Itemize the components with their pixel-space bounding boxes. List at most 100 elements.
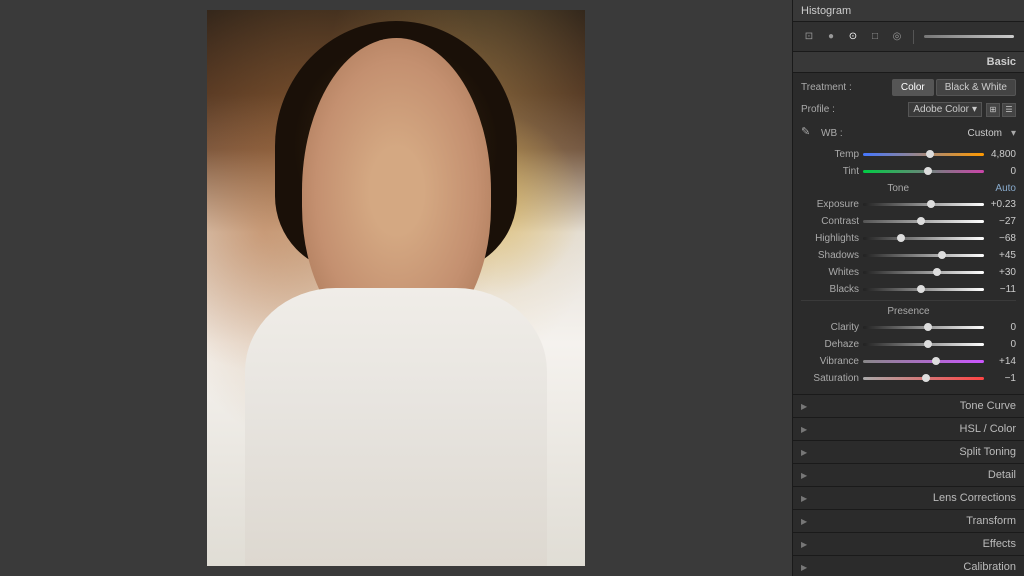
lens-triangle-icon: ▶ — [801, 494, 807, 503]
shadows-thumb[interactable] — [938, 251, 946, 259]
shadows-label: Shadows — [801, 250, 859, 261]
clarity-thumb[interactable] — [924, 323, 932, 331]
contrast-thumb[interactable] — [917, 217, 925, 225]
tint-value: 0 — [988, 166, 1016, 177]
effects-triangle-icon: ▶ — [801, 540, 807, 549]
whites-value: +30 — [988, 267, 1016, 278]
treatment-bw-button[interactable]: Black & White — [936, 79, 1016, 96]
tool-redeye-icon[interactable]: ⊙ — [845, 29, 861, 45]
tone-curve-label: Tone Curve — [813, 400, 1016, 412]
profile-grid-icon[interactable]: ⊞ — [986, 103, 1000, 117]
temp-thumb[interactable] — [926, 150, 934, 158]
auto-button[interactable]: Auto — [995, 183, 1016, 194]
exposure-slider-row: Exposure +0.23 — [801, 197, 1016, 211]
photo-image — [207, 10, 585, 566]
split-toning-panel[interactable]: ▶ Split Toning — [793, 440, 1024, 463]
detail-panel[interactable]: ▶ Detail — [793, 463, 1024, 486]
tool-spot-icon[interactable]: ● — [823, 29, 839, 45]
profile-row: Profile : Adobe Color ▾ ⊞ ☰ — [801, 102, 1016, 117]
dehaze-thumb[interactable] — [924, 340, 932, 348]
contrast-slider[interactable] — [863, 214, 984, 228]
transform-label: Transform — [813, 515, 1016, 527]
temp-label: Temp — [801, 149, 859, 160]
vibrance-label: Vibrance — [801, 356, 859, 367]
clarity-track — [863, 326, 984, 329]
vibrance-thumb[interactable] — [932, 357, 940, 365]
dehaze-value: 0 — [988, 339, 1016, 350]
basic-content: Treatment : Color Black & White Profile … — [793, 73, 1024, 394]
tint-label: Tint — [801, 166, 859, 177]
blacks-thumb[interactable] — [917, 285, 925, 293]
saturation-thumb[interactable] — [922, 374, 930, 382]
profile-icons: ⊞ ☰ — [986, 103, 1016, 117]
saturation-slider-row: Saturation −1 — [801, 371, 1016, 385]
temp-value: 4,800 — [988, 149, 1016, 160]
exposure-thumb[interactable] — [927, 200, 935, 208]
split-toning-triangle-icon: ▶ — [801, 448, 807, 457]
basic-title: Basic — [987, 56, 1016, 68]
temp-slider[interactable] — [863, 147, 984, 161]
blacks-slider-row: Blacks −11 — [801, 282, 1016, 296]
transform-panel[interactable]: ▶ Transform — [793, 509, 1024, 532]
calibration-triangle-icon: ▶ — [801, 563, 807, 572]
exposure-slider[interactable] — [863, 197, 984, 211]
detail-triangle-icon: ▶ — [801, 471, 807, 480]
highlights-label: Highlights — [801, 233, 859, 244]
histogram-title: Histogram — [801, 5, 851, 17]
split-toning-label: Split Toning — [813, 446, 1016, 458]
effects-panel[interactable]: ▶ Effects — [793, 532, 1024, 555]
presence-label: Presence — [887, 306, 929, 317]
highlights-thumb[interactable] — [897, 234, 905, 242]
exposure-value: +0.23 — [988, 199, 1016, 210]
treatment-color-button[interactable]: Color — [892, 79, 934, 96]
hsl-label: HSL / Color — [813, 423, 1016, 435]
transform-triangle-icon: ▶ — [801, 517, 807, 526]
highlights-value: −68 — [988, 233, 1016, 244]
tool-graduated-icon[interactable]: □ — [867, 29, 883, 45]
tint-slider[interactable] — [863, 164, 984, 178]
calibration-panel[interactable]: ▶ Calibration — [793, 555, 1024, 576]
blacks-slider[interactable] — [863, 282, 984, 296]
tone-curve-panel[interactable]: ▶ Tone Curve — [793, 394, 1024, 417]
dehaze-slider[interactable] — [863, 337, 984, 351]
photo-container — [207, 10, 585, 566]
vibrance-value: +14 — [988, 356, 1016, 367]
lens-corrections-panel[interactable]: ▶ Lens Corrections — [793, 486, 1024, 509]
lens-label: Lens Corrections — [813, 492, 1016, 504]
wb-preset: Custom — [968, 128, 1002, 139]
tool-crop-icon[interactable]: ⊡ — [801, 29, 817, 45]
whites-slider[interactable] — [863, 265, 984, 279]
tool-radial-icon[interactable]: ◎ — [889, 29, 905, 45]
saturation-value: −1 — [988, 373, 1016, 384]
presence-group: Presence — [801, 306, 1016, 317]
contrast-label: Contrast — [801, 216, 859, 227]
tint-track — [863, 170, 984, 173]
shadows-slider[interactable] — [863, 248, 984, 262]
vibrance-slider[interactable] — [863, 354, 984, 368]
profile-select[interactable]: Adobe Color ▾ — [908, 102, 982, 117]
basic-section-header: Basic — [793, 52, 1024, 73]
clarity-slider[interactable] — [863, 320, 984, 334]
shadows-track — [863, 254, 984, 257]
treatment-label: Treatment : — [801, 82, 852, 93]
highlights-slider[interactable] — [863, 231, 984, 245]
contrast-slider-row: Contrast −27 — [801, 214, 1016, 228]
hsl-color-panel[interactable]: ▶ HSL / Color — [793, 417, 1024, 440]
profile-arrow-icon: ▾ — [972, 104, 977, 115]
dehaze-slider-row: Dehaze 0 — [801, 337, 1016, 351]
whites-thumb[interactable] — [933, 268, 941, 276]
eyedropper-icon[interactable]: ✎ — [801, 125, 817, 141]
profile-list-icon[interactable]: ☰ — [1002, 103, 1016, 117]
blacks-value: −11 — [988, 284, 1016, 295]
whites-slider-row: Whites +30 — [801, 265, 1016, 279]
effects-label: Effects — [813, 538, 1016, 550]
dehaze-label: Dehaze — [801, 339, 859, 350]
detail-label: Detail — [813, 469, 1016, 481]
wb-label: WB : — [821, 128, 968, 139]
tint-thumb[interactable] — [924, 167, 932, 175]
main-photo-area — [0, 0, 792, 576]
contrast-value: −27 — [988, 216, 1016, 227]
whites-track — [863, 271, 984, 274]
saturation-slider[interactable] — [863, 371, 984, 385]
toolbar: ⊡ ● ⊙ □ ◎ — [793, 22, 1024, 52]
